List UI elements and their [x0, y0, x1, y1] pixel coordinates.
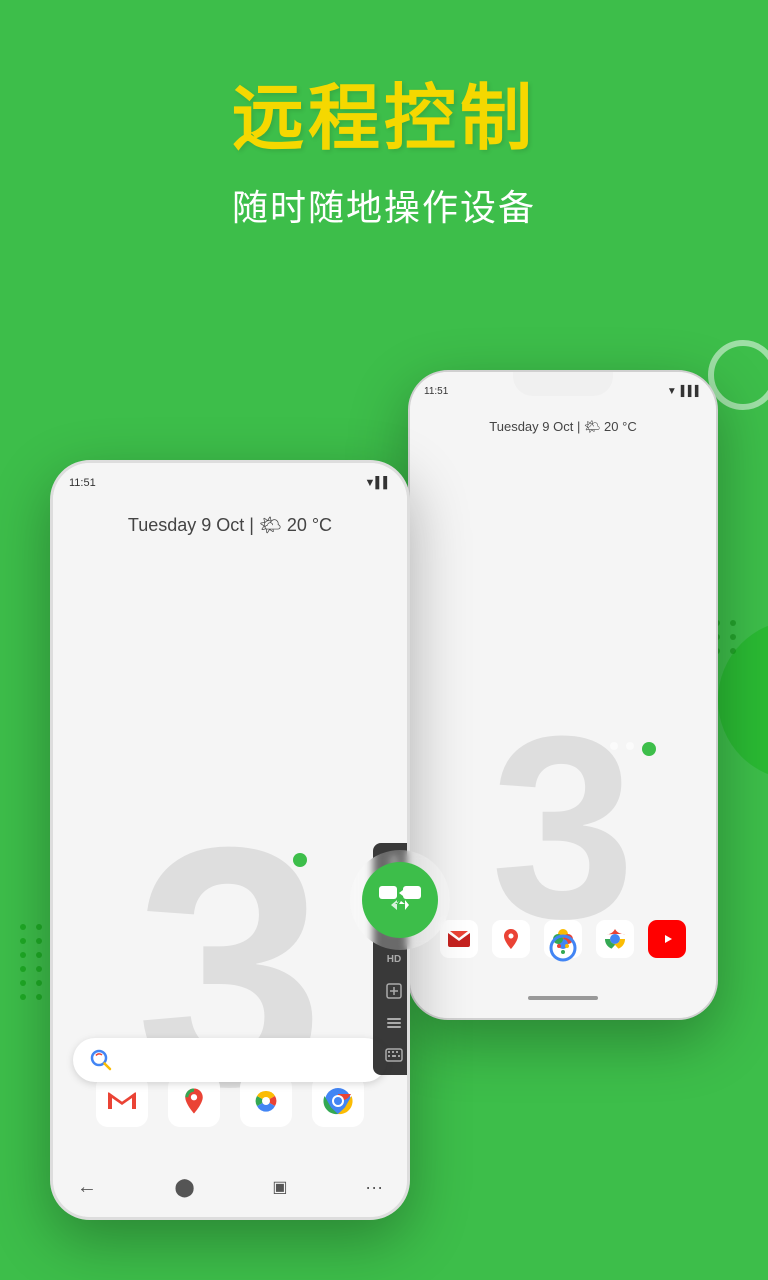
youtube-icon-back — [648, 920, 686, 958]
status-bar-front: 11:51 ▼▌▌ — [53, 463, 407, 495]
status-right-back: ▼ ▌▌▌ — [667, 386, 702, 397]
wifi-icon-back: ▌▌▌ — [681, 386, 702, 397]
status-bar-back: 11:51 ▼ ▌▌▌ — [410, 372, 716, 404]
side-button-right — [717, 492, 718, 552]
sub-title: 随时随地操作设备 — [0, 179, 768, 231]
page-container: 远程控制 随时随地操作设备 11:51 ▼ ▌▌▌ Tuesday 9 Oct … — [0, 0, 768, 1280]
chrome-icon-front — [312, 1075, 364, 1127]
volume-button — [50, 563, 52, 643]
main-title: 远程控制 — [0, 80, 768, 159]
phone-date-back: Tuesday 9 Oct | 🌤 20 °C — [410, 404, 716, 443]
phone-screen-back: 11:51 ▼ ▌▌▌ Tuesday 9 Oct | 🌤 20 °C 3 — [410, 372, 716, 1018]
app-icons-row-front — [53, 1075, 407, 1127]
status-right-front: ▼▌▌ — [365, 477, 391, 489]
title-section: 远程控制 随时随地操作设备 — [0, 0, 768, 261]
green-dot — [293, 853, 307, 867]
phone-front: 11:51 ▼▌▌ Tuesday 9 Oct | 🌤 20 °C 3 — [50, 460, 410, 1220]
transfer-icon-inner — [362, 862, 438, 938]
maps-icon-back — [492, 920, 530, 958]
transfer-icon-bg — [350, 850, 450, 950]
google-search-bar[interactable] — [73, 1038, 387, 1082]
control-keyboard — [379, 1043, 409, 1067]
recents-nav: ▣ — [272, 1177, 287, 1197]
google-assistant-back — [548, 933, 578, 968]
phones-container: 11:51 ▼ ▌▌▌ Tuesday 9 Oct | 🌤 20 °C 3 — [0, 330, 768, 1270]
nav-bar-front: ← ⬤ ▣ ··· — [53, 1157, 407, 1217]
control-resolution — [379, 979, 409, 1003]
transfer-icon-container — [350, 850, 450, 950]
side-button-right-front — [408, 583, 410, 643]
home-nav: ⬤ — [175, 1177, 195, 1198]
time-front: 11:51 — [69, 477, 96, 489]
time-back: 11:51 — [424, 386, 448, 397]
chrome-icon-back — [596, 920, 634, 958]
wallpaper-number-back: 3 — [491, 698, 636, 958]
photos-icon-front — [240, 1075, 292, 1127]
dots-decoration — [610, 742, 656, 756]
signal-front: ▼▌▌ — [365, 477, 391, 489]
control-settings — [379, 1011, 409, 1035]
phone-screen-front: 11:51 ▼▌▌ Tuesday 9 Oct | 🌤 20 °C 3 — [53, 463, 407, 1217]
signal-icon-back: ▼ — [667, 386, 677, 397]
more-nav: ··· — [365, 1177, 383, 1198]
nav-indicator-back — [528, 996, 598, 1000]
nav-bar-back — [410, 978, 716, 1018]
back-nav: ← — [77, 1176, 97, 1199]
gmail-icon-front — [96, 1075, 148, 1127]
control-hd: HD — [379, 947, 409, 971]
phone-back: 11:51 ▼ ▌▌▌ Tuesday 9 Oct | 🌤 20 °C 3 — [408, 370, 718, 1020]
phone-date-front: Tuesday 9 Oct | 🌤 20 °C — [53, 495, 407, 546]
maps-icon-front — [168, 1075, 220, 1127]
